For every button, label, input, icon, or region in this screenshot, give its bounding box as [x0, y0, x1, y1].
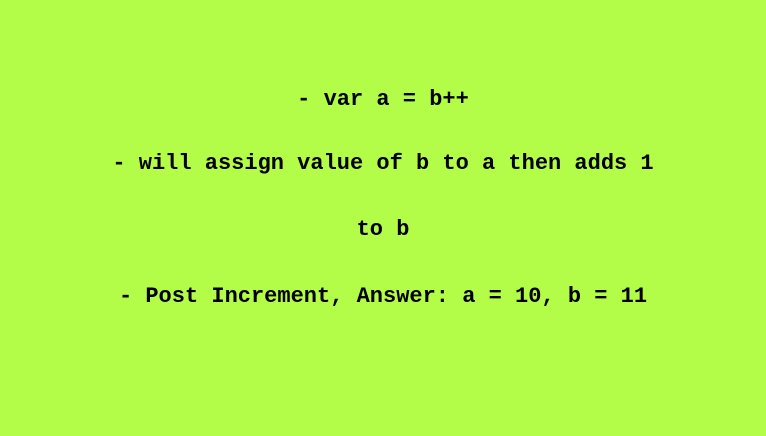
explanation-line: - will assign value of b to a then adds …	[112, 151, 654, 176]
explanation-line-continued: to b	[356, 217, 410, 242]
slide: - var a = b++ - will assign value of b t…	[0, 0, 766, 436]
code-line-var-a-equals-b-increment: - var a = b++	[297, 87, 469, 112]
answer-line: - Post Increment, Answer: a = 10, b = 11	[118, 284, 648, 309]
